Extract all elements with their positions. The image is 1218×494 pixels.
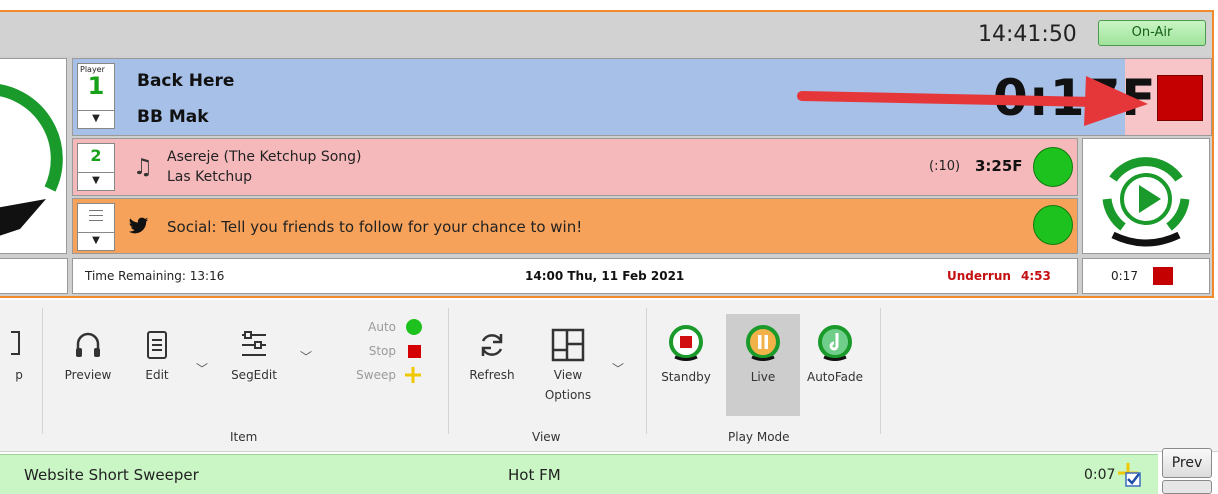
view-options-label-2: Options — [544, 388, 592, 402]
underrun-label: Underrun — [947, 269, 1011, 283]
player-3-text: Social: Tell you friends to follow for y… — [167, 218, 583, 236]
stop-indicator-icon — [1153, 267, 1173, 285]
headphones-icon — [76, 332, 100, 357]
player-1-stop-button[interactable] — [1157, 75, 1203, 121]
segment-edit-icon — [242, 331, 266, 356]
chevron-down-icon[interactable]: ▼ — [78, 232, 114, 250]
chevron-down-icon[interactable]: ▼ — [78, 172, 114, 190]
music-note-icon: ♫ — [133, 155, 153, 180]
sweep-check-icon — [1118, 463, 1141, 487]
player-1-row[interactable]: Player 1 ▼ Back Here BB Mak 0:17F — [72, 58, 1212, 136]
live-label: Live — [750, 370, 776, 384]
segedit-label: SegEdit — [231, 368, 277, 382]
playout-window: 14:41:50 On-Air Player 1 ▼ Back Here BB … — [0, 0, 1218, 494]
player-2-artist: Las Ketchup — [167, 169, 253, 185]
player-number: 2 — [90, 146, 102, 165]
log-item-duration: 0:07 — [1084, 467, 1116, 483]
document-icon — [147, 331, 167, 359]
ribbon-separator — [646, 308, 647, 434]
hour-datetime: 14:00 Thu, 11 Feb 2021 — [525, 269, 685, 283]
group-label-item: Item — [230, 430, 258, 444]
clock: 14:41:50 — [978, 22, 1077, 47]
chevron-down-icon[interactable]: ▼ — [78, 110, 114, 128]
player-2-title: Asereje (The Ketchup Song) — [167, 149, 362, 165]
time-remaining: Time Remaining: 13:16 — [85, 269, 225, 283]
player-2-status-indicator[interactable] — [1033, 147, 1073, 187]
group-label-view: View — [532, 430, 561, 444]
sweep-toggle[interactable]: Sweep — [340, 366, 424, 386]
player-2-duration: 3:25F — [975, 157, 1023, 175]
standby-icon — [669, 325, 703, 361]
player-panel: 14:41:50 On-Air Player 1 ▼ Back Here BB … — [0, 10, 1214, 298]
player-3-selector[interactable]: ▼ — [77, 203, 115, 251]
player-1-timer: 0:17F — [993, 69, 1157, 127]
layout-icon — [551, 328, 585, 362]
clock-bar: 14:41:50 On-Air — [0, 12, 1212, 56]
twitter-icon — [129, 217, 149, 234]
partial-icon — [11, 331, 20, 355]
sweep-label: Sweep — [356, 368, 396, 382]
ribbon-separator — [880, 308, 881, 434]
edit-label: Edit — [145, 368, 169, 382]
preview-button[interactable]: Preview — [56, 330, 120, 384]
auto-toggle[interactable]: Auto — [340, 318, 424, 338]
ribbon-toolbar: p Preview Edit ﹀ SegEdit ﹀ Auto Stop Swe… — [0, 300, 1218, 452]
log-row[interactable]: Website Short Sweeper Hot FM 0:07 — [0, 454, 1158, 494]
standby-label: Standby — [661, 370, 711, 384]
view-options-label-1: View — [553, 368, 583, 382]
chevron-down-icon[interactable]: ﹀ — [300, 348, 312, 365]
on-air-button[interactable]: On-Air — [1098, 20, 1206, 46]
autofade-icon — [818, 325, 852, 361]
player-number: 1 — [87, 72, 105, 100]
play-icon — [1102, 157, 1190, 247]
partial-button[interactable]: p — [0, 330, 38, 384]
partial-label: p — [15, 368, 23, 382]
ribbon-separator — [42, 308, 43, 434]
live-button[interactable]: Live — [730, 324, 796, 386]
player-1-artist: BB Mak — [137, 107, 209, 127]
prev-button[interactable]: Prev — [1162, 448, 1212, 478]
standby-button[interactable]: Standby — [656, 324, 716, 386]
green-dot-icon — [406, 319, 422, 335]
play-button[interactable] — [1082, 138, 1210, 254]
preview-label: Preview — [64, 368, 112, 382]
status-left-cell — [0, 258, 68, 294]
view-options-button[interactable]: View Options — [536, 328, 600, 404]
chevron-down-icon[interactable]: ﹀ — [612, 360, 624, 377]
stop-toggle[interactable]: Stop — [340, 342, 424, 362]
player-3-status-indicator[interactable] — [1033, 205, 1073, 245]
player-1-selector[interactable]: Player 1 ▼ — [77, 63, 115, 129]
menu-icon — [89, 210, 103, 225]
sweep-plus-icon — [405, 367, 421, 383]
underrun-value: 4:53 — [1021, 269, 1051, 283]
refresh-icon — [481, 334, 503, 356]
ribbon-separator — [448, 308, 449, 434]
chevron-down-icon[interactable]: ﹀ — [196, 360, 208, 377]
next-button[interactable] — [1162, 480, 1212, 494]
group-label-play-mode: Play Mode — [728, 430, 790, 444]
player-3-row[interactable]: ▼ Social: Tell you friends to follow for… — [72, 198, 1078, 254]
main-player-dial[interactable] — [0, 58, 67, 254]
player-1-title: Back Here — [137, 71, 235, 91]
edit-button[interactable]: Edit — [130, 330, 184, 384]
red-square-icon — [408, 345, 421, 358]
player-2-intro: (:10) — [929, 159, 961, 174]
segedit-button[interactable]: SegEdit — [222, 330, 286, 384]
status-right-cell: 0:17 — [1082, 258, 1210, 294]
auto-label: Auto — [368, 320, 396, 334]
status-bar: Time Remaining: 13:16 14:00 Thu, 11 Feb … — [72, 258, 1078, 294]
right-time: 0:17 — [1111, 269, 1138, 283]
player-2-selector[interactable]: 2 ▼ — [77, 143, 115, 191]
log-item-title: Website Short Sweeper — [24, 466, 199, 484]
live-icon — [746, 325, 780, 361]
dial-icon — [0, 84, 63, 236]
autofade-button[interactable]: AutoFade — [800, 324, 870, 386]
player-2-row[interactable]: 2 ▼ ♫ Asereje (The Ketchup Song) Las Ket… — [72, 138, 1078, 196]
refresh-button[interactable]: Refresh — [460, 330, 524, 384]
refresh-label: Refresh — [469, 368, 515, 382]
stop-label: Stop — [368, 344, 396, 358]
autofade-label: AutoFade — [806, 370, 863, 384]
log-item-station: Hot FM — [508, 466, 561, 484]
